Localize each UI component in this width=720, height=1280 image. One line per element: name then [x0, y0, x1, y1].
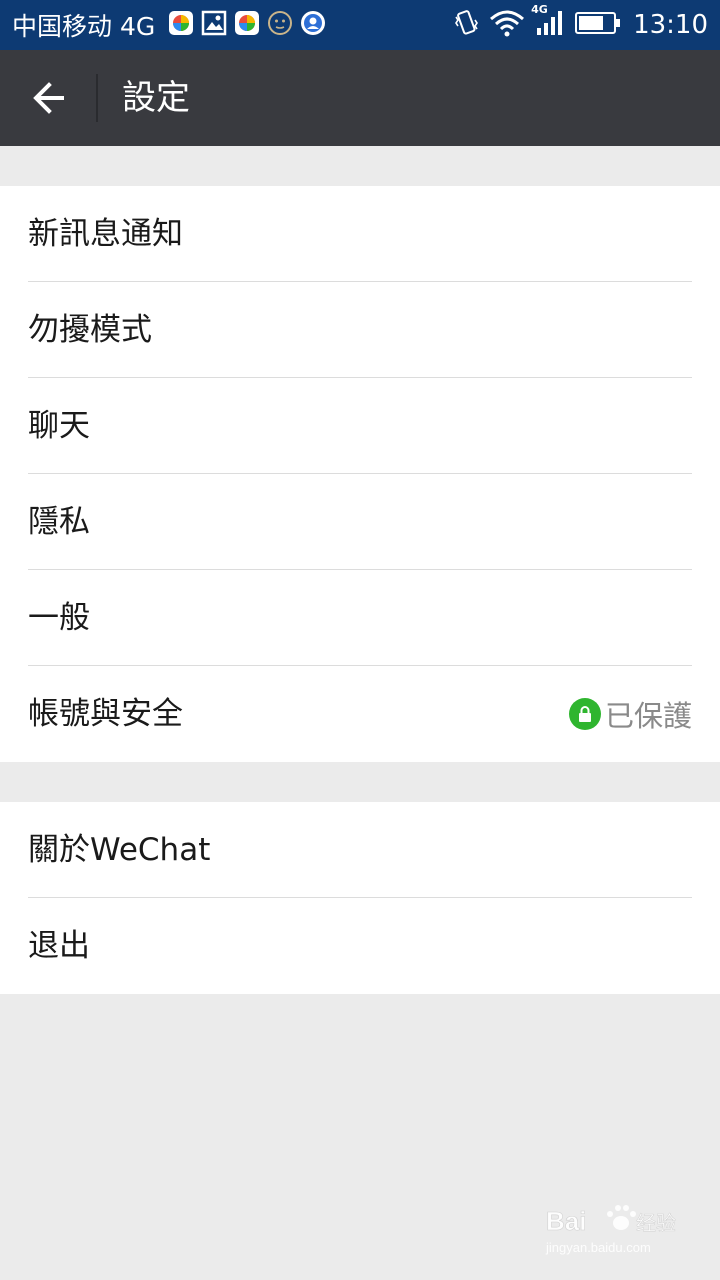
notification-icon	[300, 10, 326, 40]
protected-status: 已保護	[568, 666, 692, 762]
settings-item-label: 聊天	[28, 408, 90, 444]
app-icon	[234, 10, 260, 40]
settings-item-general[interactable]: 一般	[0, 570, 720, 666]
svg-text:Bai: Bai	[546, 1206, 586, 1236]
settings-item-log-out[interactable]: 退出	[0, 898, 720, 994]
settings-item-label: 勿擾模式	[28, 312, 152, 348]
app-bar: 設定	[0, 50, 720, 146]
app-icon	[168, 10, 194, 40]
svg-text:经验: 经验	[636, 1211, 676, 1235]
settings-item-label: 一般	[28, 600, 90, 636]
status-bar: 中国移动 4G 4G 13:10	[0, 0, 720, 50]
carrier-label: 中国移动 4G	[12, 12, 156, 41]
settings-item-label: 退出	[28, 928, 90, 964]
settings-group-secondary: 關於WeChat 退出	[0, 802, 720, 994]
settings-item-account-security[interactable]: 帳號與安全 已保護	[0, 666, 720, 762]
image-icon	[201, 10, 227, 40]
settings-item-chats[interactable]: 聊天	[0, 378, 720, 474]
settings-item-label: 新訊息通知	[28, 216, 183, 252]
face-icon	[267, 10, 293, 40]
lock-icon	[568, 698, 601, 730]
settings-item-notifications[interactable]: 新訊息通知	[0, 186, 720, 282]
settings-item-label: 帳號與安全	[28, 696, 183, 732]
status-text: 已保護	[604, 699, 692, 733]
back-button[interactable]	[18, 68, 80, 128]
settings-item-label: 隱私	[28, 504, 90, 540]
settings-item-privacy[interactable]: 隱私	[0, 474, 720, 570]
clock: 13:10	[633, 10, 708, 40]
settings-item-about[interactable]: 關於WeChat	[0, 802, 720, 898]
settings-item-do-not-disturb[interactable]: 勿擾模式	[0, 282, 720, 378]
settings-item-label: 關於WeChat	[28, 832, 211, 868]
vibrate-icon	[453, 8, 479, 42]
wifi-icon	[489, 9, 525, 41]
signal-icon: 4G	[531, 3, 565, 41]
page-title: 設定	[122, 78, 190, 118]
app-bar-divider	[96, 74, 98, 122]
settings-group-main: 新訊息通知 勿擾模式 聊天 隱私 一般 帳號與安全 已保護	[0, 186, 720, 762]
baidu-watermark: Bai 经验 jingyan.baidu.com	[540, 1192, 680, 1262]
network-type-label: 4G	[531, 3, 548, 16]
battery-icon	[575, 11, 621, 39]
svg-text:jingyan.baidu.com: jingyan.baidu.com	[545, 1240, 651, 1255]
arrow-left-icon	[33, 82, 64, 114]
